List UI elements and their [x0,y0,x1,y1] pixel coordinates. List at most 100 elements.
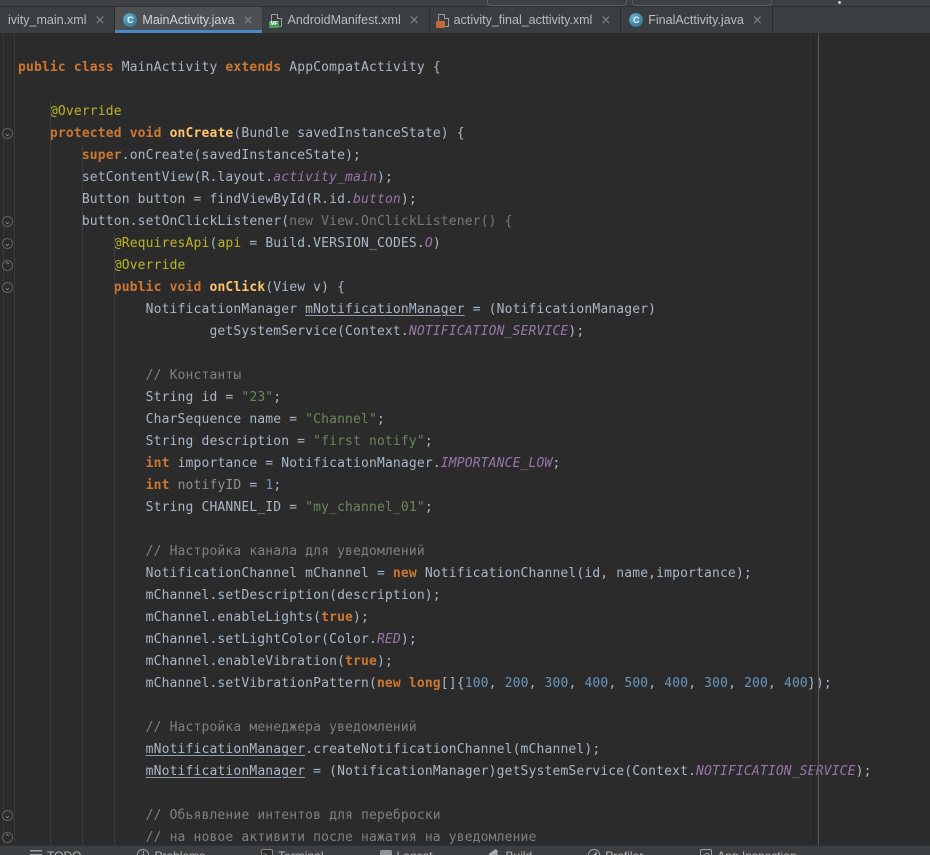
toolbar-dot [838,1,841,4]
code-line[interactable]: mChannel.setLightColor(Color.RED); [18,629,930,651]
editor-tab-ivity_main.xml[interactable]: ivity_main.xml× [0,7,115,33]
code-line[interactable]: public void onClick(View v) { [18,277,930,299]
tool-window-button-Profiler[interactable]: Profiler [588,849,643,855]
code-line[interactable]: NotificationChannel mChannel = new Notif… [18,563,930,585]
fold-marker-icon[interactable]: ⌄ [2,216,13,227]
code-line[interactable]: mChannel.setDescription(description); [18,585,930,607]
manifest-file-icon: MF [271,14,282,27]
code-line[interactable]: mChannel.enableVibration(true); [18,651,930,673]
code-segment: (View v) { [265,280,345,295]
code-line[interactable]: String description = "first notify"; [18,431,930,453]
code-line[interactable]: protected void onCreate(Bundle savedInst… [18,123,930,145]
code-line[interactable]: // Настройка канала для уведомлений [18,541,930,563]
device-selector-widget [632,0,772,6]
code-segment: // на новое активити после нажатия на ув… [146,830,537,845]
code-segment: = (NotificationManager)getSystemService(… [305,764,696,779]
code-line[interactable] [18,519,930,541]
code-line[interactable]: int importance = NotificationManager.IMP… [18,453,930,475]
fold-marker-icon[interactable]: ⌄ [2,238,13,249]
fold-marker-icon[interactable]: ⌄ [2,128,13,139]
code-segment: AppCompatActivity { [289,60,441,75]
code-segment: 500 [624,676,648,691]
code-line[interactable]: public class MainActivity extends AppCom… [18,57,930,79]
code-segment: .createNotificationChannel(mChannel); [305,742,600,757]
code-segment: ); [401,192,417,207]
code-segment: notifyID [178,478,242,493]
code-segment: , [728,676,744,691]
editor-tab-activity_final_acttivity.xml[interactable]: activity_final_acttivity.xml× [430,7,622,33]
tool-window-button-TODO[interactable]: TODO [30,849,81,855]
code-segment [18,258,114,273]
editor-gutter: ⌄ ⌄ ⌄ ⌃ ⌄ ⌄ ⌃ [0,33,16,845]
code-area[interactable]: public class MainActivity extends AppCom… [16,33,930,845]
code-line[interactable]: super.onCreate(savedInstanceState); [18,145,930,167]
code-segment: 300 [545,676,569,691]
tool-window-button-Terminal[interactable]: >_Terminal [261,849,323,855]
editor-tab-bar: ivity_main.xml×CMainActivity.java×MFAndr… [0,7,930,33]
code-segment: Button button = findViewById(R.id. [18,192,353,207]
code-segment: ; [273,390,281,405]
code-line[interactable]: String CHANNEL_ID = "my_channel_01"; [18,497,930,519]
code-line[interactable]: @Override [18,101,930,123]
code-line[interactable]: mChannel.enableLights(true); [18,607,930,629]
tool-window-button-Logcat[interactable]: Logcat [380,849,433,855]
code-line[interactable]: mNotificationManager.createNotificationC… [18,739,930,761]
code-line[interactable] [18,695,930,717]
code-line[interactable]: button.setOnClickListener(new View.OnCli… [18,211,930,233]
code-line[interactable]: int notifyID = 1; [18,475,930,497]
code-segment: , [768,676,784,691]
logcat-icon [380,850,392,855]
code-line[interactable] [18,343,930,365]
code-line[interactable]: // Обьявление интентов для переброски [18,805,930,827]
code-segment: ); [353,610,369,625]
editor-tab-MainActivity.java[interactable]: CMainActivity.java× [115,7,263,33]
close-icon[interactable]: × [95,14,106,27]
code-segment: "my_channel_01" [305,500,425,515]
code-segment: ); [856,764,872,779]
tool-window-button-Problems[interactable]: !Problems [137,849,205,855]
tool-window-button-App Inspection[interactable]: App Inspection [699,849,796,855]
code-segment: , [568,676,584,691]
code-line[interactable]: Button button = findViewById(R.id.button… [18,189,930,211]
code-segment: O [425,236,433,251]
fold-marker-icon[interactable]: ⌄ [2,810,13,821]
code-line[interactable]: @RequiresApi(api = Build.VERSION_CODES.O… [18,233,930,255]
editor-tab-FinalActtivity.java[interactable]: CFinalActtivity.java× [621,7,773,33]
code-segment: , [489,676,505,691]
code-line[interactable]: CharSequence name = "Channel"; [18,409,930,431]
fold-marker-icon[interactable]: ⌃ [2,832,13,843]
code-line[interactable]: @Override [18,255,930,277]
code-segment: ; [273,478,281,493]
editor-tab-AndroidManifest.xml[interactable]: MFAndroidManifest.xml× [263,7,429,33]
tool-window-button-Build[interactable]: Build [489,849,533,855]
code-line[interactable]: // на новое активити после нажатия на ув… [18,827,930,845]
close-icon[interactable]: × [243,14,254,27]
code-line[interactable]: mNotificationManager = (NotificationMana… [18,761,930,783]
code-segment: extends [225,60,289,75]
code-segment: @Override [114,258,186,273]
code-segment: super [82,148,122,163]
code-segment: "first notify" [313,434,425,449]
fold-marker-icon[interactable]: ⌄ [2,282,13,293]
code-line[interactable]: NotificationManager mNotificationManager… [18,299,930,321]
close-icon[interactable]: × [409,14,420,27]
code-line[interactable]: // Константы [18,365,930,387]
code-line[interactable]: getSystemService(Context.NOTIFICATION_SE… [18,321,930,343]
code-line[interactable]: // Настройка менеджера уведомлений [18,717,930,739]
code-line[interactable] [18,79,930,101]
code-segment: ; [552,456,560,471]
fold-marker-icon[interactable]: ⌃ [2,260,13,271]
toolbar-strip [0,0,930,7]
code-line[interactable] [18,783,930,805]
code-segment: = Build.VERSION_CODES. [241,236,424,251]
code-line[interactable]: setContentView(R.layout.activity_main); [18,167,930,189]
code-segment: getSystemService(Context. [18,324,409,339]
code-segment: int [146,456,178,471]
code-segment: 200 [505,676,529,691]
code-line[interactable]: mChannel.setVibrationPattern(new long[]{… [18,673,930,695]
close-icon[interactable]: × [600,14,611,27]
code-line[interactable]: String id = "23"; [18,387,930,409]
close-icon[interactable]: × [752,14,763,27]
code-editor[interactable]: ⌄ ⌄ ⌄ ⌃ ⌄ ⌄ ⌃ public class MainActivity extend… [0,33,930,845]
code-segment: int [146,478,178,493]
